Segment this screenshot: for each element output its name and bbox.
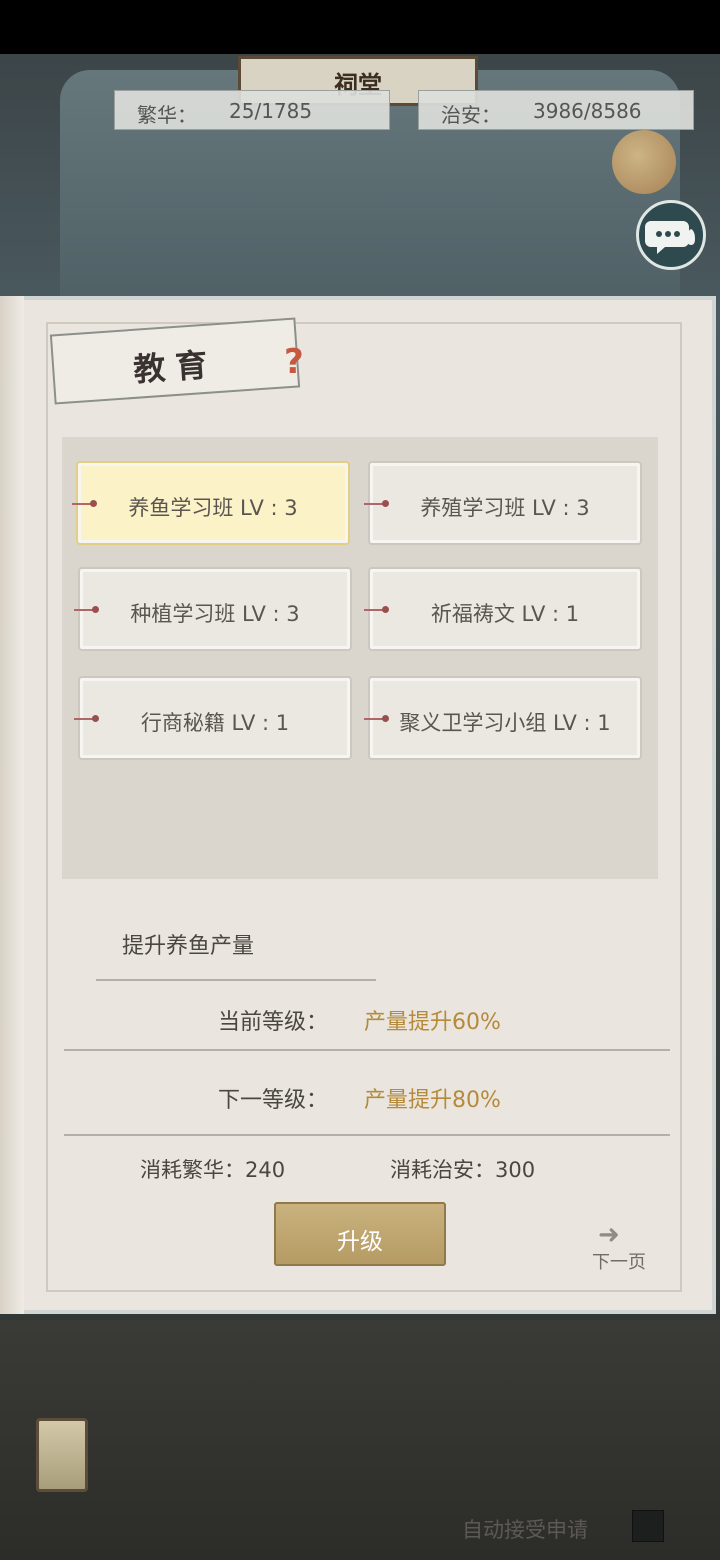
course-item-fish[interactable]: 养鱼学习班 LV : 3	[72, 461, 350, 545]
divider	[96, 979, 376, 981]
status-bar	[0, 0, 720, 54]
chat-button[interactable]	[636, 200, 706, 270]
course-item-breeding[interactable]: 养殖学习班 LV : 3	[364, 461, 642, 545]
divider	[64, 1134, 670, 1136]
upgrade-button[interactable]: 升级	[274, 1202, 446, 1266]
arrow-right-icon: ➜	[598, 1220, 620, 1250]
auto-accept-checkbox[interactable]	[632, 1510, 664, 1542]
lamp-icon	[36, 1418, 88, 1492]
course-label: 养鱼学习班 LV : 3	[128, 496, 298, 520]
panel-title: 教育	[132, 345, 219, 389]
course-item-planting[interactable]: 种植学习班 LV : 3	[74, 567, 352, 651]
next-page-button[interactable]: ➜ 下一页	[590, 1220, 660, 1274]
prosperity-value: 25/1785	[229, 99, 313, 123]
course-label: 祈福祷文 LV : 1	[430, 602, 580, 626]
security-value: 3986/8586	[533, 99, 642, 123]
prosperity-stat: 繁华： 25/1785	[114, 90, 390, 130]
chat-bubble-icon	[645, 221, 695, 254]
next-page-label: 下一页	[592, 1252, 646, 1273]
course-label: 种植学习班 LV : 3	[130, 602, 300, 626]
prosperity-label: 繁华：	[137, 103, 197, 127]
course-label: 养殖学习班 LV : 3	[420, 496, 590, 520]
current-level-label: 当前等级：	[218, 1010, 329, 1035]
next-level-label: 下一等级：	[218, 1088, 329, 1113]
next-level-value: 产量提升80%	[364, 1088, 501, 1113]
auto-accept-label: 自动接受申请	[462, 1518, 588, 1542]
floor-area	[0, 1320, 720, 1560]
course-item-prayer[interactable]: 祈福祷文 LV : 1	[364, 567, 642, 651]
question-icon[interactable]: ?	[284, 342, 308, 382]
cost-prosperity: 消耗繁华：240	[140, 1158, 286, 1182]
cost-security: 消耗治安：300	[390, 1158, 536, 1182]
course-item-trade[interactable]: 行商秘籍 LV : 1	[74, 676, 352, 760]
lantern-decoration	[612, 130, 676, 194]
security-stat: 治安： 3986/8586	[418, 90, 694, 130]
book-spine	[0, 296, 24, 1314]
current-level-value: 产量提升60%	[364, 1010, 501, 1035]
security-label: 治安：	[441, 103, 501, 127]
course-label: 聚义卫学习小组 LV : 1	[399, 711, 611, 735]
course-item-guard[interactable]: 聚义卫学习小组 LV : 1	[364, 676, 642, 760]
course-label: 行商秘籍 LV : 1	[140, 711, 290, 735]
upgrade-label: 升级	[337, 1229, 383, 1255]
divider	[64, 1049, 670, 1051]
course-description: 提升养鱼产量	[122, 934, 255, 959]
